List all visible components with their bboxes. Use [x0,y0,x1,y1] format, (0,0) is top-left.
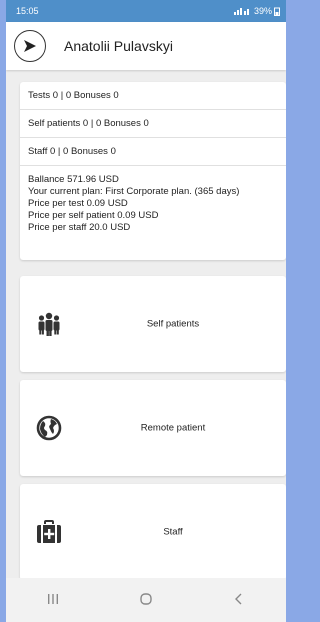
app-bar: Anatolii Pulavskyi [6,22,286,70]
back-chevron-icon[interactable] [219,592,259,609]
plan-text: Your current plan: First Corporate plan.… [28,186,240,197]
self-patients-tile[interactable]: Self patients [20,276,286,372]
balance-text: Ballance 571.96 USD [28,174,119,185]
phone-screen: 15:05 39% Anatolii Pulavskyi Tests 0 | 0… [6,0,286,622]
status-time: 15:05 [16,6,39,16]
signal-icon [233,8,249,15]
tests-row: Tests 0 | 0 Bonuses 0 [20,82,286,110]
price-per-staff: Price per staff 20.0 USD [28,222,131,233]
self-patients-row: Self patients 0 | 0 Bonuses 0 [20,110,286,138]
status-bar: 15:05 39% [6,0,286,22]
staff-tile[interactable]: Staff [20,484,286,580]
profile-avatar[interactable] [14,30,46,62]
tests-summary: Tests 0 | 0 Bonuses 0 [28,90,119,101]
system-nav-bar [6,578,286,622]
self-patients-label: Self patients [146,318,200,330]
remote-patient-label: Remote patient [140,422,206,434]
price-per-test: Price per test 0.09 USD [28,198,128,209]
user-name: Anatolii Pulavskyi [64,38,173,54]
remote-patient-tile[interactable]: Remote patient [20,380,286,476]
price-per-self-patient: Price per self patient 0.09 USD [28,210,159,221]
self-patients-summary: Self patients 0 | 0 Bonuses 0 [28,118,149,129]
recent-apps-icon[interactable] [33,592,73,608]
status-indicators: 39% [233,6,280,16]
battery-level: 39% [253,6,272,16]
home-circle-icon[interactable] [126,592,166,609]
battery-icon [274,7,280,16]
staff-summary: Staff 0 | 0 Bonuses 0 [28,146,116,157]
account-summary-card: Tests 0 | 0 Bonuses 0 Self patients 0 | … [20,82,286,260]
balance-block: Ballance 571.96 USD Your current plan: F… [20,166,286,234]
staff-label: Staff [163,526,183,538]
staff-row: Staff 0 | 0 Bonuses 0 [20,138,286,166]
send-arrow-icon [24,40,36,52]
